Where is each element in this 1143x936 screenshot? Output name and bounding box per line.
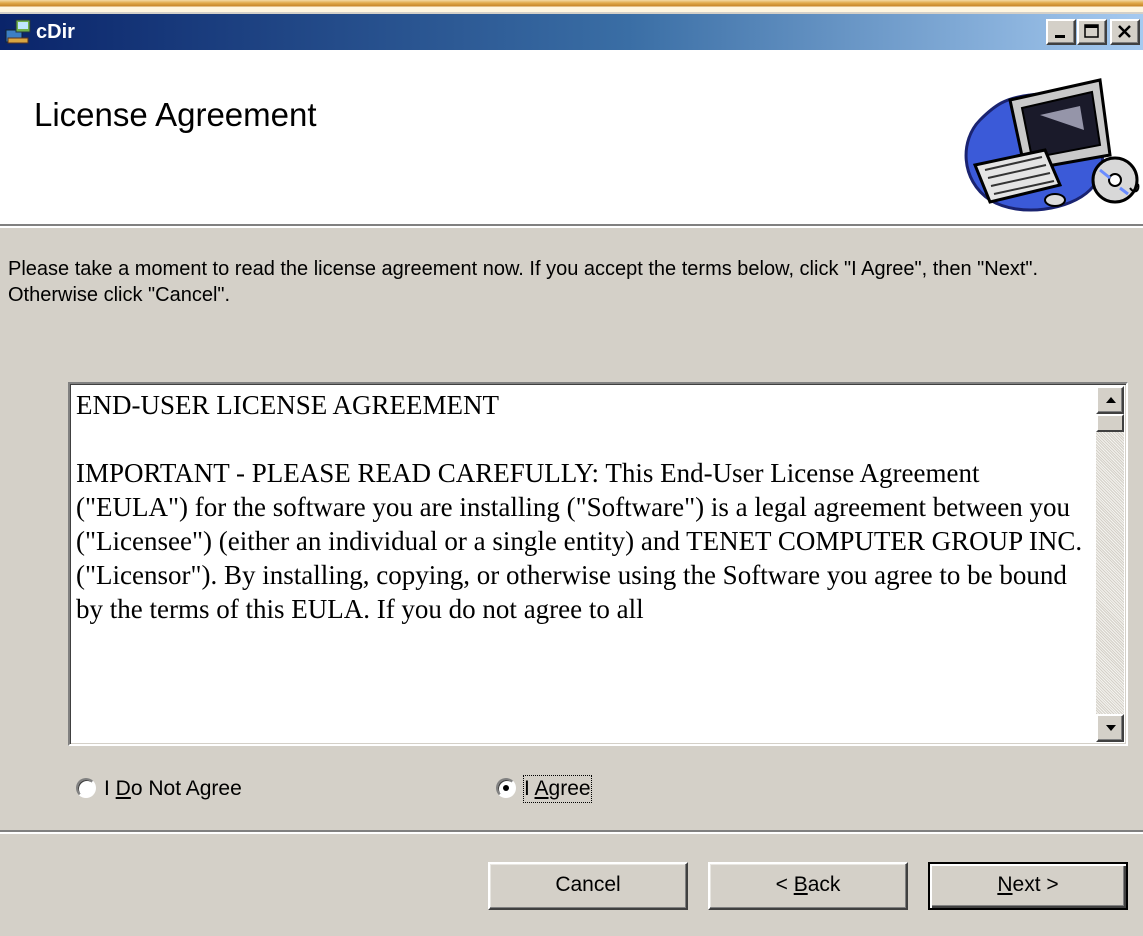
button-label: Cancel bbox=[555, 873, 621, 896]
label-part: I bbox=[104, 777, 116, 800]
license-heading: END-USER LICENSE AGREEMENT bbox=[76, 390, 499, 420]
page-title: License Agreement bbox=[34, 96, 317, 133]
accelerator-key: D bbox=[115, 777, 131, 800]
close-button[interactable] bbox=[1110, 19, 1140, 45]
computer-clipart-icon bbox=[964, 78, 1140, 212]
scroll-down-button[interactable] bbox=[1096, 714, 1124, 742]
scroll-up-button[interactable] bbox=[1096, 386, 1124, 414]
installer-window: cDir License Agreement Please take a mom… bbox=[0, 12, 1143, 936]
cancel-button[interactable]: Cancel bbox=[488, 862, 688, 910]
label-part: ext > bbox=[1012, 873, 1059, 896]
vertical-scrollbar[interactable] bbox=[1096, 386, 1124, 742]
radio-selected-dot bbox=[503, 785, 509, 791]
accelerator-key: N bbox=[997, 873, 1013, 896]
maximize-button[interactable] bbox=[1077, 19, 1107, 45]
scroll-thumb[interactable] bbox=[1096, 414, 1124, 432]
installer-icon bbox=[5, 19, 31, 44]
label-part: I bbox=[524, 777, 535, 800]
radio-circle[interactable] bbox=[496, 778, 516, 798]
license-body: IMPORTANT - PLEASE READ CAREFULLY: This … bbox=[76, 458, 1083, 624]
outer-frame-border bbox=[0, 0, 1143, 12]
title-bar[interactable]: cDir bbox=[0, 14, 1143, 50]
minimize-button[interactable] bbox=[1046, 19, 1076, 45]
accelerator-key: A bbox=[534, 777, 549, 800]
label-part: o Not Agree bbox=[130, 777, 242, 800]
radio-label[interactable]: I Do Not Agree bbox=[104, 776, 242, 802]
close-icon bbox=[1118, 25, 1131, 38]
label-part: gree bbox=[548, 777, 591, 800]
accelerator-key: B bbox=[793, 873, 808, 896]
license-textbox[interactable]: END-USER LICENSE AGREEMENT IMPORTANT - P… bbox=[68, 382, 1128, 746]
window-title: cDir bbox=[36, 21, 75, 43]
instruction-text: Please take a moment to read the license… bbox=[8, 258, 1039, 306]
arrow-down-icon bbox=[1106, 725, 1116, 731]
license-content: END-USER LICENSE AGREEMENT IMPORTANT - P… bbox=[76, 388, 1086, 740]
next-button[interactable]: Next > bbox=[928, 862, 1128, 910]
back-button[interactable]: < Back bbox=[708, 862, 908, 910]
footer-separator bbox=[0, 830, 1143, 834]
arrow-up-icon bbox=[1106, 397, 1116, 403]
radio-label[interactable]: I Agree bbox=[523, 775, 592, 803]
wizard-header: License Agreement bbox=[0, 50, 1143, 226]
radio-circle[interactable] bbox=[76, 778, 96, 798]
label-part: < bbox=[775, 873, 794, 896]
label-part: ack bbox=[807, 873, 841, 896]
maximize-icon bbox=[1084, 24, 1099, 38]
minimize-icon bbox=[1055, 35, 1065, 38]
